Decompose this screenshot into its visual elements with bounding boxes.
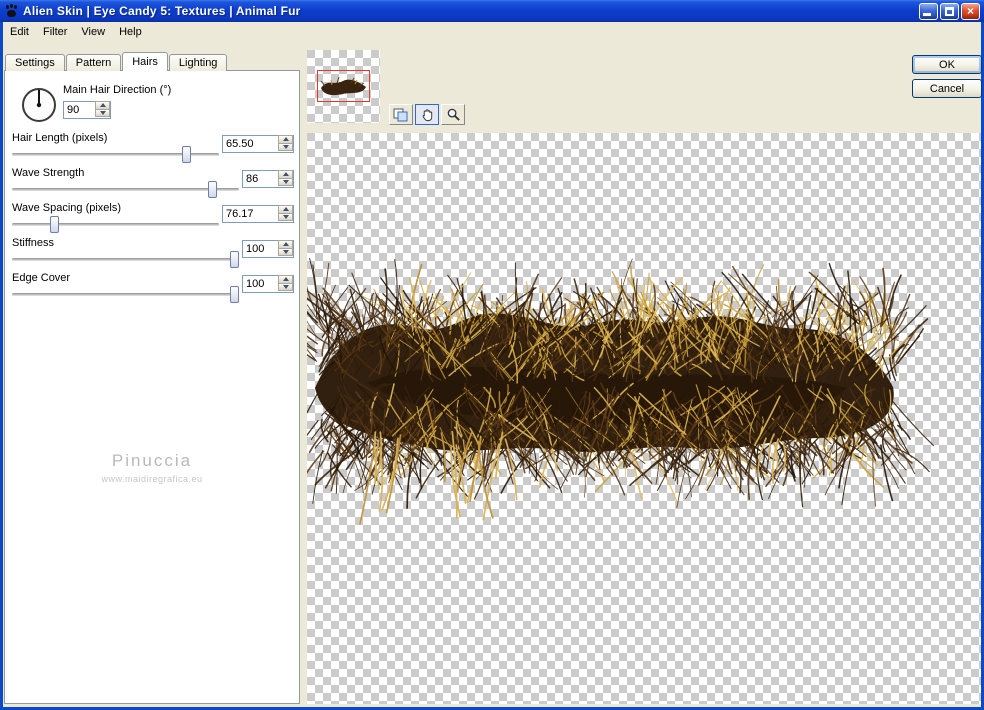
slider-thumb[interactable] <box>182 146 192 163</box>
up-arrow-icon <box>282 137 289 142</box>
slider-track[interactable] <box>12 216 219 233</box>
spin-down-button[interactable] <box>278 248 293 256</box>
menu-bar: Edit Filter View Help <box>3 22 981 42</box>
value-spinner <box>242 239 294 258</box>
spin-up-button[interactable] <box>278 170 293 179</box>
down-arrow-icon <box>282 179 289 184</box>
tab-settings[interactable]: Settings <box>5 54 65 71</box>
menu-help[interactable]: Help <box>112 24 149 40</box>
slider-row-hair-length: Hair Length (pixels) <box>5 132 301 166</box>
slider-row-wave-spacing: Wave Spacing (pixels) <box>5 202 301 236</box>
slider-row-stiffness: Stiffness <box>5 237 301 271</box>
preview-proof-button[interactable] <box>389 104 413 125</box>
menu-view[interactable]: View <box>74 24 112 40</box>
minimize-icon <box>923 12 931 16</box>
value-spinner <box>242 169 294 188</box>
slider-track[interactable] <box>12 286 239 303</box>
thumbnail-selection-rect[interactable] <box>317 70 370 102</box>
slider-row-edge-cover: Edge Cover <box>5 272 301 306</box>
title-bar[interactable]: Alien Skin | Eye Candy 5: Textures | Ani… <box>0 0 984 22</box>
cancel-button[interactable]: Cancel <box>912 79 982 98</box>
up-arrow-icon <box>282 207 289 212</box>
direction-label: Main Hair Direction (°) <box>63 84 172 96</box>
maximize-icon <box>945 6 954 16</box>
tab-strip: Settings Pattern Hairs Lighting <box>5 52 228 71</box>
preview-canvas[interactable] <box>307 133 981 704</box>
spin-up-button[interactable] <box>278 240 293 249</box>
slider-thumb[interactable] <box>208 181 218 198</box>
slider-track[interactable] <box>12 146 219 163</box>
spin-down-button[interactable] <box>278 143 293 151</box>
spin-up-button[interactable] <box>278 275 293 284</box>
preview-toolbar <box>389 104 467 125</box>
close-icon: × <box>966 3 974 18</box>
slider-track[interactable] <box>12 181 239 198</box>
tab-lighting[interactable]: Lighting <box>168 54 228 71</box>
close-button[interactable]: × <box>961 2 980 20</box>
value-spinner <box>242 274 294 293</box>
pan-tool-button[interactable] <box>415 104 439 125</box>
animal-fur-dialog: Alien Skin | Eye Candy 5: Textures | Ani… <box>0 0 984 710</box>
up-arrow-icon <box>99 103 106 108</box>
slider-label: Wave Spacing (pixels) <box>12 202 122 214</box>
down-arrow-icon <box>282 214 289 219</box>
slider-label: Stiffness <box>12 237 54 249</box>
up-arrow-icon <box>282 277 289 282</box>
value-spinner <box>222 204 294 223</box>
watermark-name: Pinuccia <box>111 451 193 470</box>
hair-direction-dial[interactable] <box>17 83 61 127</box>
slider-label: Edge Cover <box>12 272 71 284</box>
zoom-tool-button[interactable] <box>441 104 465 125</box>
slider-thumb[interactable] <box>230 286 239 303</box>
menu-filter[interactable]: Filter <box>36 24 74 40</box>
ok-button[interactable]: OK <box>912 55 982 74</box>
slider-track[interactable] <box>12 251 239 268</box>
down-arrow-icon <box>282 284 289 289</box>
fur-image <box>307 258 934 525</box>
slider-label: Hair Length (pixels) <box>12 132 108 144</box>
menu-edit[interactable]: Edit <box>3 24 36 40</box>
proof-pages-icon <box>393 108 408 121</box>
spin-down-button[interactable] <box>95 109 110 117</box>
preview-navigator-thumbnail[interactable] <box>307 50 380 123</box>
hand-icon <box>422 109 432 122</box>
magnifier-icon <box>447 108 460 121</box>
tab-hairs[interactable]: Hairs <box>122 52 168 71</box>
window-title: Alien Skin | Eye Candy 5: Textures | Ani… <box>23 4 301 18</box>
up-arrow-icon <box>282 242 289 247</box>
hairs-settings-panel: Main Hair Direction (°) Hair Length (pix… <box>4 70 300 704</box>
maximize-button[interactable] <box>940 2 959 20</box>
down-arrow-icon <box>282 249 289 254</box>
slider-thumb[interactable] <box>49 216 59 233</box>
spin-up-button[interactable] <box>95 101 110 110</box>
spin-down-button[interactable] <box>278 178 293 186</box>
direction-spinner <box>63 100 111 119</box>
spin-down-button[interactable] <box>278 283 293 291</box>
slider-thumb[interactable] <box>230 251 239 268</box>
minimize-button[interactable] <box>919 2 938 20</box>
up-arrow-icon <box>282 172 289 177</box>
watermark: Pinuccia www.maidiregrafica.eu <box>5 451 299 484</box>
value-spinner <box>222 134 294 153</box>
spin-down-button[interactable] <box>278 213 293 221</box>
slider-row-wave-strength: Wave Strength <box>5 167 301 201</box>
watermark-url: www.maidiregrafica.eu <box>101 474 203 484</box>
down-arrow-icon <box>282 144 289 149</box>
tab-pattern[interactable]: Pattern <box>65 54 122 71</box>
paw-app-icon <box>4 3 19 19</box>
spin-up-button[interactable] <box>278 205 293 214</box>
spin-up-button[interactable] <box>278 135 293 144</box>
down-arrow-icon <box>99 110 106 115</box>
slider-label: Wave Strength <box>12 167 85 179</box>
